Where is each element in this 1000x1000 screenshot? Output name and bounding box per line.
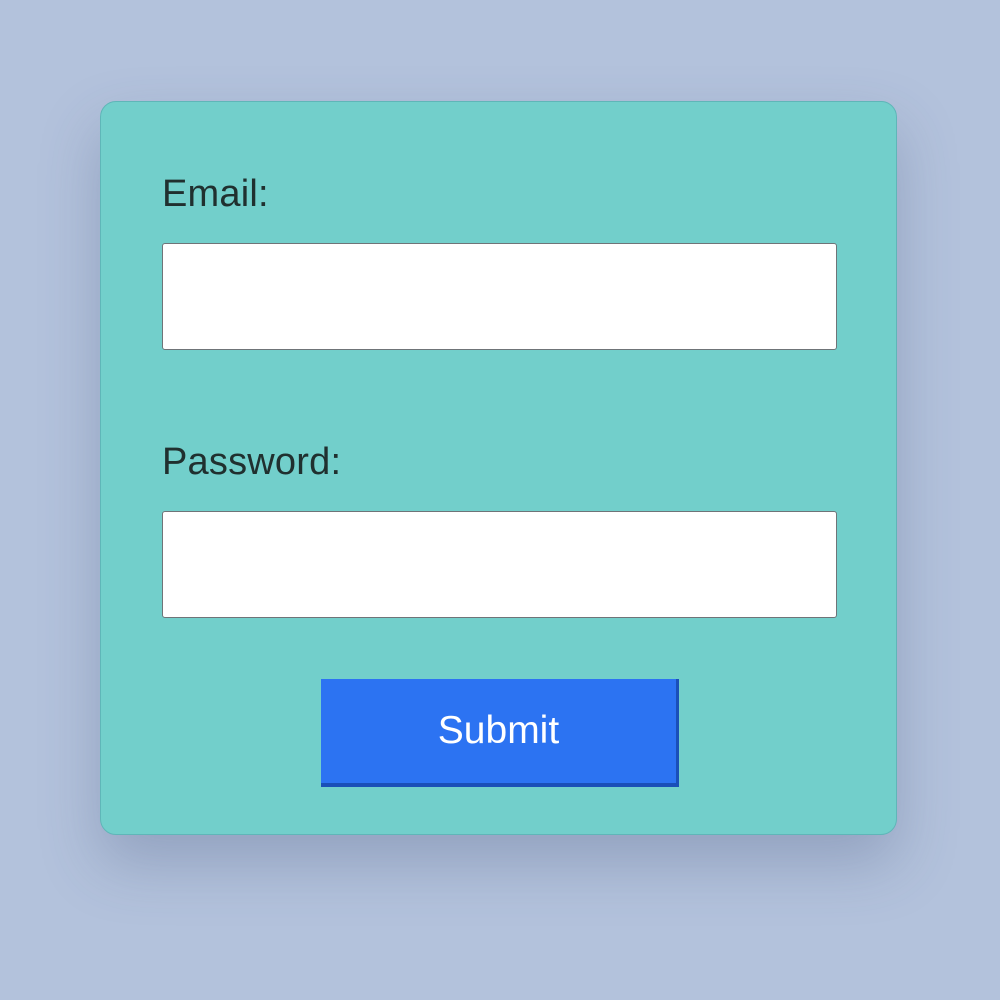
email-label: Email:: [162, 173, 269, 215]
password-label: Password:: [162, 441, 342, 483]
submit-button[interactable]: Submit: [321, 679, 679, 787]
login-form-card: Email: Password: Submit: [100, 101, 897, 835]
password-input[interactable]: [162, 511, 837, 618]
email-input[interactable]: [162, 243, 837, 350]
